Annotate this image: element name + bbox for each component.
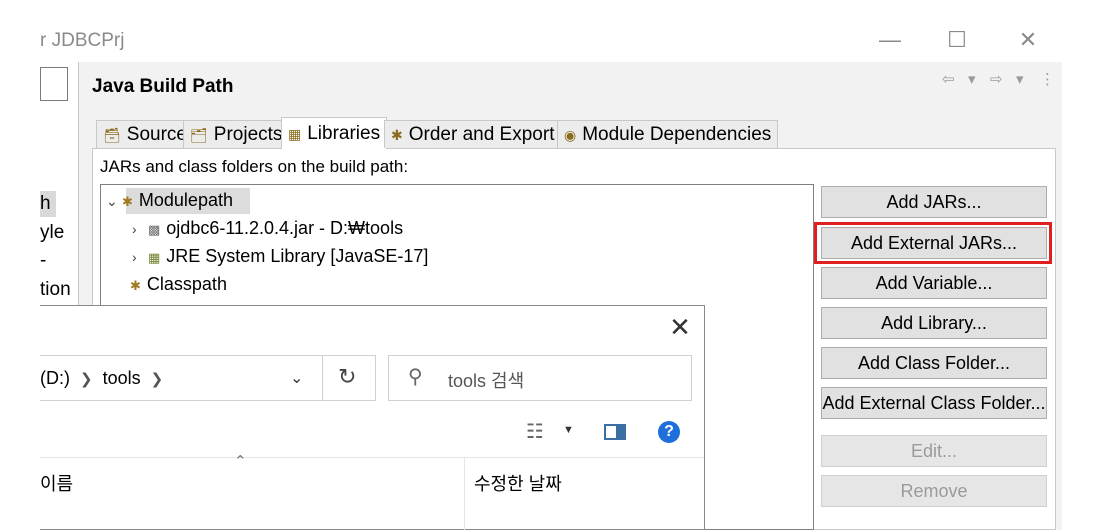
- projects-icon: 🗂: [190, 127, 208, 143]
- sort-up-icon: ⌃: [234, 453, 247, 470]
- page-title: Java Build Path: [92, 76, 234, 97]
- tab-order-export[interactable]: ✱ Order and Export: [384, 120, 562, 148]
- breadcrumb: (D:) ❯ tools ❯: [40, 368, 173, 389]
- order-export-icon: ✱: [391, 127, 403, 143]
- search-icon: ⚲: [408, 366, 423, 388]
- divider: [322, 356, 323, 400]
- address-dropdown-icon[interactable]: ⌄: [290, 368, 303, 388]
- chevron-right-icon: ❯: [80, 371, 93, 388]
- libraries-icon: ▦: [288, 126, 302, 142]
- help-icon[interactable]: ?: [658, 421, 680, 443]
- back-menu-icon[interactable]: ▾: [968, 70, 976, 88]
- window-title: r JDBCPrj: [40, 30, 125, 51]
- jar-file-icon: ▩: [148, 222, 161, 237]
- add-variable-button[interactable]: Add Variable...: [821, 267, 1047, 299]
- tree-node-modulepath[interactable]: ⌄ ✱ Modulepath: [106, 190, 233, 211]
- tab-projects[interactable]: 🗂 Projects: [183, 120, 290, 148]
- library-icon: ▦: [148, 250, 161, 265]
- column-divider[interactable]: [464, 458, 465, 530]
- divider: [40, 457, 704, 458]
- chevron-right-icon[interactable]: ›: [132, 249, 148, 265]
- chevron-down-icon[interactable]: ⌄: [106, 193, 122, 210]
- left-nav-item[interactable]: yle: [40, 222, 64, 244]
- add-external-class-folder-button[interactable]: Add External Class Folder...: [821, 387, 1047, 419]
- left-nav-item[interactable]: tion: [40, 279, 71, 301]
- left-nav-item[interactable]: h: [40, 193, 51, 215]
- source-folder-icon: 🗃: [103, 127, 121, 143]
- close-icon[interactable]: ✕: [1008, 24, 1048, 56]
- refresh-icon[interactable]: ↻: [338, 364, 356, 390]
- add-library-button[interactable]: Add Library...: [821, 307, 1047, 339]
- filter-input[interactable]: [40, 67, 68, 101]
- forward-icon[interactable]: ⇨: [990, 70, 1003, 88]
- maximize-icon[interactable]: ☐: [937, 24, 977, 56]
- add-jars-button[interactable]: Add JARs...: [821, 186, 1047, 218]
- forward-menu-icon[interactable]: ▾: [1016, 70, 1024, 88]
- view-dropdown-icon[interactable]: ▼: [563, 424, 574, 436]
- tree-node-ojdbc-jar[interactable]: › ▩ ojdbc6-11.2.0.4.jar - D:₩tools: [132, 218, 403, 239]
- remove-button[interactable]: Remove: [821, 475, 1047, 507]
- column-header-name[interactable]: 이름: [40, 470, 73, 496]
- search-placeholder: tools 검색: [448, 371, 525, 391]
- file-open-dialog: [40, 305, 705, 530]
- breadcrumb-item-drive[interactable]: (D:): [40, 368, 70, 388]
- search-input[interactable]: [388, 355, 692, 401]
- chevron-right-icon[interactable]: ❯: [151, 371, 164, 388]
- build-path-label: JARs and class folders on the build path…: [100, 157, 409, 176]
- dialog-close-icon[interactable]: ✕: [664, 311, 696, 343]
- left-nav-item[interactable]: -: [40, 250, 46, 272]
- highlight-box: [814, 222, 1052, 264]
- minimize-icon[interactable]: —: [870, 24, 910, 56]
- tab-source[interactable]: 🗃 Source: [96, 120, 194, 148]
- preview-pane-icon[interactable]: [604, 424, 626, 440]
- tree-node-classpath[interactable]: ✱ Classpath: [130, 274, 227, 295]
- tree-node-jre-library[interactable]: › ▦ JRE System Library [JavaSE-17]: [132, 246, 428, 267]
- classpath-icon: ✱: [130, 278, 141, 293]
- view-options-icon[interactable]: ☷: [526, 419, 544, 444]
- modulepath-icon: ✱: [122, 194, 133, 209]
- module-icon: ◉: [564, 127, 577, 143]
- tab-libraries[interactable]: ▦ Libraries: [281, 117, 388, 149]
- tab-module-dependencies[interactable]: ◉ Module Dependencies: [557, 120, 779, 148]
- back-icon[interactable]: ⇦: [942, 70, 955, 88]
- breadcrumb-item-tools[interactable]: tools: [103, 368, 141, 388]
- more-icon[interactable]: ⋮: [1040, 70, 1055, 88]
- add-class-folder-button[interactable]: Add Class Folder...: [821, 347, 1047, 379]
- chevron-right-icon[interactable]: ›: [132, 221, 148, 237]
- edit-button[interactable]: Edit...: [821, 435, 1047, 467]
- column-header-date-modified[interactable]: 수정한 날짜: [474, 470, 562, 496]
